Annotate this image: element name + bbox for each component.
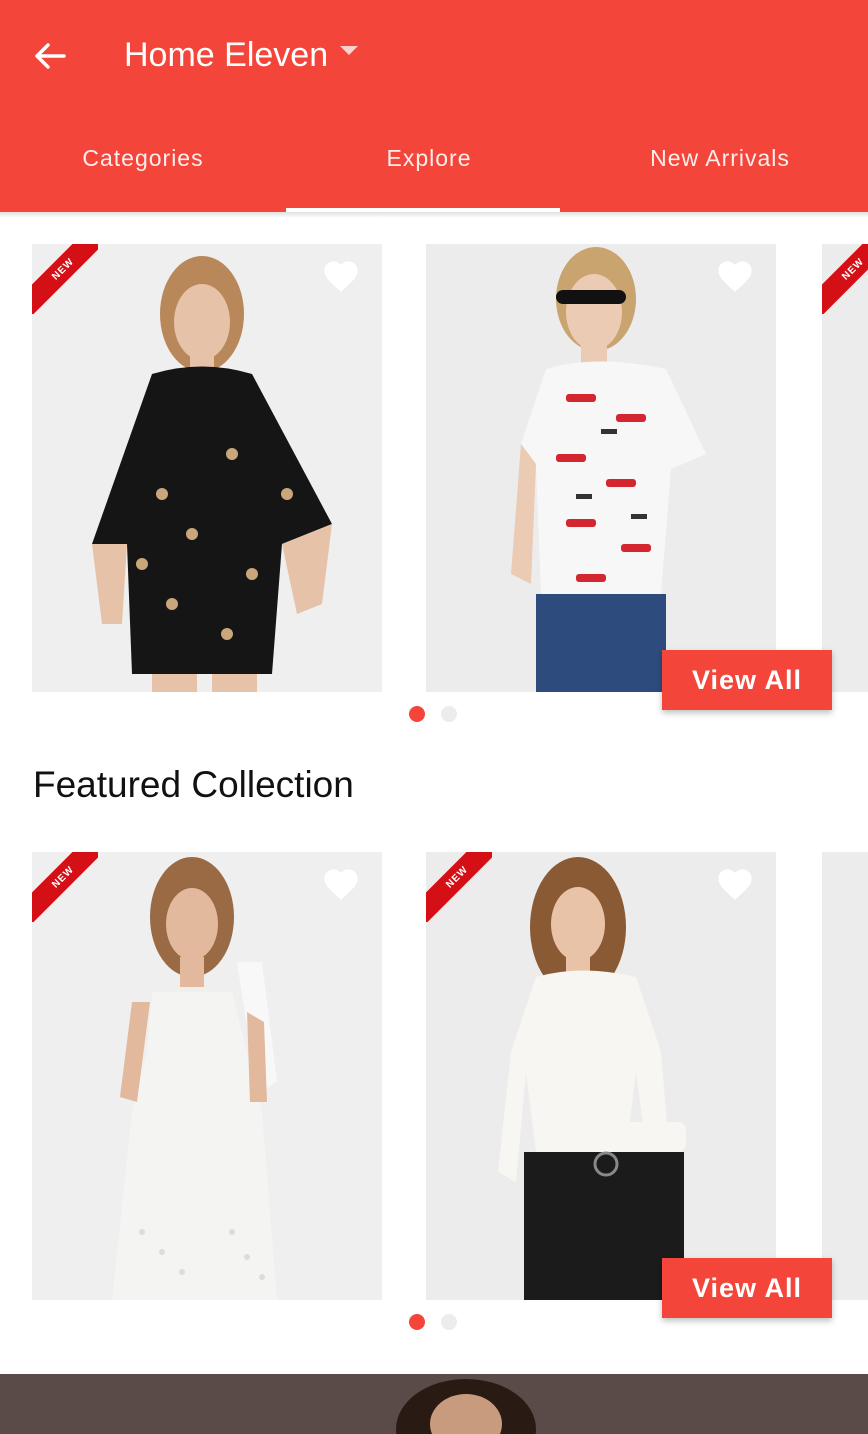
new-badge: NEW [32, 244, 98, 314]
product-card[interactable]: NEW [426, 852, 776, 1300]
page-dot-active[interactable] [409, 706, 425, 722]
page-dot[interactable] [441, 1314, 457, 1330]
app-bar-shadow [0, 212, 868, 218]
product-card[interactable] [822, 852, 868, 1300]
tab-label: New Arrivals [650, 145, 790, 171]
tab-label: Categories [82, 145, 204, 171]
heart-icon[interactable] [322, 866, 360, 902]
product-card[interactable]: NEW [32, 244, 382, 692]
product-card[interactable]: NEW [822, 244, 868, 692]
featured-carousel[interactable]: NEW NEW [0, 852, 868, 1322]
new-badge: NEW [822, 244, 868, 314]
tab-label: Explore [386, 145, 472, 171]
caret-down-icon [340, 45, 359, 55]
carousel-pagination [409, 706, 457, 722]
tab-explore[interactable]: Explore [286, 128, 572, 212]
view-all-button[interactable]: View All [662, 1258, 832, 1318]
product-carousel[interactable]: NEW NEW [0, 244, 868, 714]
banner-image [0, 1374, 868, 1434]
tab-bar: Categories Explore New Arrivals [0, 128, 868, 212]
app-bar: Home Eleven Categories Explore New Arriv… [0, 0, 868, 212]
page-title-dropdown[interactable]: Home Eleven [124, 32, 359, 78]
arrow-left-icon[interactable] [30, 36, 70, 76]
view-all-button[interactable]: View All [662, 650, 832, 710]
page-dot-active[interactable] [409, 1314, 425, 1330]
product-image [426, 244, 776, 692]
promo-banner[interactable] [0, 1374, 868, 1434]
new-badge: NEW [32, 852, 98, 922]
new-badge: NEW [426, 852, 492, 922]
heart-icon[interactable] [716, 258, 754, 294]
heart-icon[interactable] [716, 866, 754, 902]
page-dot[interactable] [441, 706, 457, 722]
heart-icon[interactable] [322, 258, 360, 294]
product-card[interactable] [426, 244, 776, 692]
section-title: Featured Collection [33, 764, 354, 805]
page-title: Home Eleven [124, 36, 329, 74]
product-card[interactable]: NEW [32, 852, 382, 1300]
tab-categories[interactable]: Categories [0, 128, 286, 212]
carousel-pagination [409, 1314, 457, 1330]
tab-new-arrivals[interactable]: New Arrivals [572, 128, 868, 212]
